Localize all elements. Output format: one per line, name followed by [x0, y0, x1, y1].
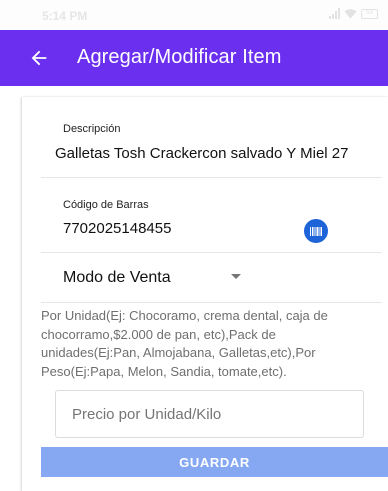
battery-icon: 53 — [361, 9, 378, 19]
wifi-icon — [344, 9, 357, 19]
modo-venta-help-text: Por Unidad(Ej: Chocoramo, crema dental, … — [41, 308, 328, 379]
descripcion-label: Descripción — [63, 123, 121, 135]
codigo-barras-field[interactable]: 7702025148455 — [63, 220, 171, 237]
arrow-left-icon[interactable] — [28, 47, 50, 69]
status-icons: 53 — [329, 8, 378, 19]
modo-venta-select[interactable]: Modo de Venta — [63, 269, 171, 287]
barcode-icon — [310, 226, 322, 236]
save-button[interactable]: GUARDAR — [41, 447, 388, 477]
codigo-barras-underline — [41, 252, 382, 253]
scan-barcode-button[interactable] — [304, 219, 328, 243]
caret-down-icon[interactable] — [231, 274, 241, 279]
page-title: Agregar/Modificar Item — [77, 46, 282, 68]
descripcion-field[interactable]: Galletas Tosh Crackercon salvado Y Miel … — [55, 145, 349, 162]
modo-venta-underline — [41, 302, 382, 303]
app-bar: Agregar/Modificar Item — [0, 30, 388, 86]
descripcion-underline — [41, 177, 382, 178]
codigo-barras-label: Código de Barras — [63, 199, 149, 211]
precio-input[interactable] — [55, 390, 364, 438]
signal-icon — [329, 8, 340, 19]
status-time: 5:14 PM — [42, 9, 88, 23]
status-bar: 5:14 PM 53 — [0, 0, 388, 30]
